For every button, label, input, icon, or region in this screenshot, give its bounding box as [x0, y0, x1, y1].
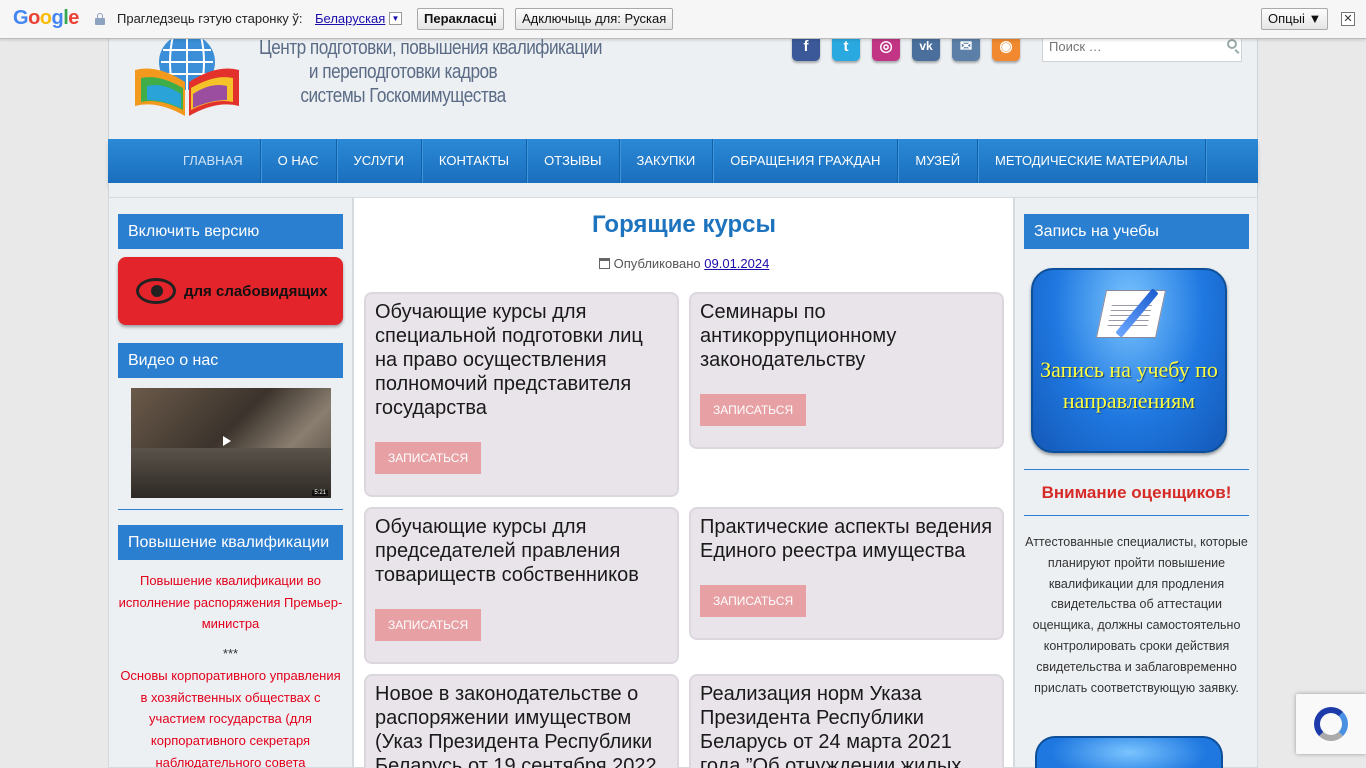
nav-item-about[interactable]: О нас: [261, 139, 337, 183]
site-name[interactable]: Центр подготовки, повышения квалификации…: [259, 36, 603, 108]
widget-title-enroll: Запись на учебы: [1024, 214, 1249, 249]
right-sidebar: Запись на учебы Запись на учебу по напра…: [1014, 197, 1258, 768]
post-date-link[interactable]: 09.01.2024: [704, 256, 769, 271]
calendar-icon: [598, 258, 610, 269]
divider: [1024, 469, 1249, 470]
close-icon[interactable]: ✕: [1341, 12, 1355, 26]
enroll-banner-secondary[interactable]: [1035, 736, 1223, 768]
left-sidebar: Включить версию для слабовидящих Видео о…: [108, 197, 353, 768]
eye-icon: [136, 278, 176, 304]
enroll-banner[interactable]: Запись на учебу по направлениям: [1031, 268, 1227, 453]
enroll-button[interactable]: Записаться: [375, 609, 482, 641]
course-title[interactable]: Обучающие курсы для специальной подготов…: [375, 300, 668, 420]
enroll-button[interactable]: Записаться: [375, 442, 482, 474]
disable-translate-button[interactable]: Адключыць для: Руская: [515, 8, 674, 30]
course-card: Обучающие курсы для специальной подготов…: [364, 292, 679, 497]
course-title[interactable]: Новое в законодательстве о распоряжении …: [375, 682, 668, 768]
options-button[interactable]: Опцыі ▼: [1261, 8, 1329, 30]
nav-item-museum[interactable]: Музей: [898, 139, 979, 183]
nav-item-services[interactable]: Услуги: [337, 139, 422, 183]
play-icon[interactable]: [223, 436, 231, 446]
course-card: Семинары по антикоррупционному законодат…: [689, 292, 1004, 449]
course-title[interactable]: Обучающие курсы для председателей правле…: [375, 515, 668, 587]
search-icon[interactable]: [1227, 39, 1237, 49]
nav-item-reviews[interactable]: Отзывы: [527, 139, 620, 183]
enroll-banner-text: Запись на учебу по направлениям: [1040, 357, 1218, 413]
nav-item-contacts[interactable]: Контакты: [422, 139, 528, 183]
qualification-link-1[interactable]: Повышение квалификации во исполнение рас…: [118, 570, 343, 635]
qualification-link-2[interactable]: Основы корпоративного управления в хозяй…: [118, 665, 343, 768]
translate-prompt: Прагледзець гэтую старонку ў:: [117, 11, 303, 26]
recaptcha-icon: [1314, 707, 1348, 741]
divider: [1024, 515, 1249, 516]
site-wrapper: Центр подготовки, повышения квалификации…: [108, 0, 1258, 768]
widget-title-video: Видео о нас: [118, 343, 343, 378]
nav-item-procurement[interactable]: Закупки: [620, 139, 714, 183]
warning-text: Аттестованные специалисты, которые плани…: [1025, 535, 1248, 695]
logo-book-icon[interactable]: [127, 30, 247, 120]
low-vision-button[interactable]: для слабовидящих: [118, 257, 343, 325]
recaptcha-badge[interactable]: [1296, 694, 1366, 754]
page-title: Горящие курсы: [592, 211, 776, 238]
video-thumbnail[interactable]: 5:21: [131, 388, 331, 498]
low-vision-label: для слабовидящих: [184, 282, 328, 300]
nav-spacer: [108, 183, 1258, 197]
course-title[interactable]: Семинары по антикоррупционному законодат…: [700, 300, 993, 372]
course-card: Обучающие курсы для председателей правле…: [364, 507, 679, 664]
post-meta: Опубликовано 09.01.2024: [354, 256, 1014, 271]
translate-button[interactable]: Перакласці: [417, 8, 504, 30]
widget-title-version: Включить версию: [118, 214, 343, 249]
main-content: Горящие курсы Опубликовано 09.01.2024 Об…: [353, 197, 1014, 768]
lock-icon: [95, 13, 105, 25]
enroll-button[interactable]: Записаться: [700, 585, 807, 617]
google-logo: Google: [13, 7, 79, 29]
main-nav: Главная О нас Услуги Контакты Отзывы Зак…: [108, 139, 1258, 183]
translate-language-select[interactable]: Беларуская: [315, 11, 385, 26]
widget-title-qualification: Повышение квалификации: [118, 525, 343, 560]
nav-item-home[interactable]: Главная: [166, 139, 261, 183]
enroll-button[interactable]: Записаться: [700, 394, 807, 426]
course-title[interactable]: Практические аспекты ведения Единого рее…: [700, 515, 993, 563]
chevron-down-icon[interactable]: ▼: [389, 12, 402, 25]
separator-stars: ***: [222, 646, 239, 661]
nav-item-materials[interactable]: Методические материалы: [978, 139, 1206, 183]
divider: [118, 509, 343, 510]
course-card: Новое в законодательстве о распоряжении …: [364, 674, 679, 768]
course-card: Реализация норм Указа Президента Республ…: [689, 674, 1004, 768]
course-card: Практические аспекты ведения Единого рее…: [689, 507, 1004, 640]
course-title[interactable]: Реализация норм Указа Президента Республ…: [700, 682, 993, 768]
video-duration: 5:21: [312, 490, 328, 496]
warning-title: Внимание оценщиков!: [1041, 483, 1232, 502]
nav-item-appeals[interactable]: Обращения граждан: [713, 139, 899, 183]
google-translate-bar: Google Прагледзець гэтую старонку ў: Бел…: [0, 0, 1366, 39]
